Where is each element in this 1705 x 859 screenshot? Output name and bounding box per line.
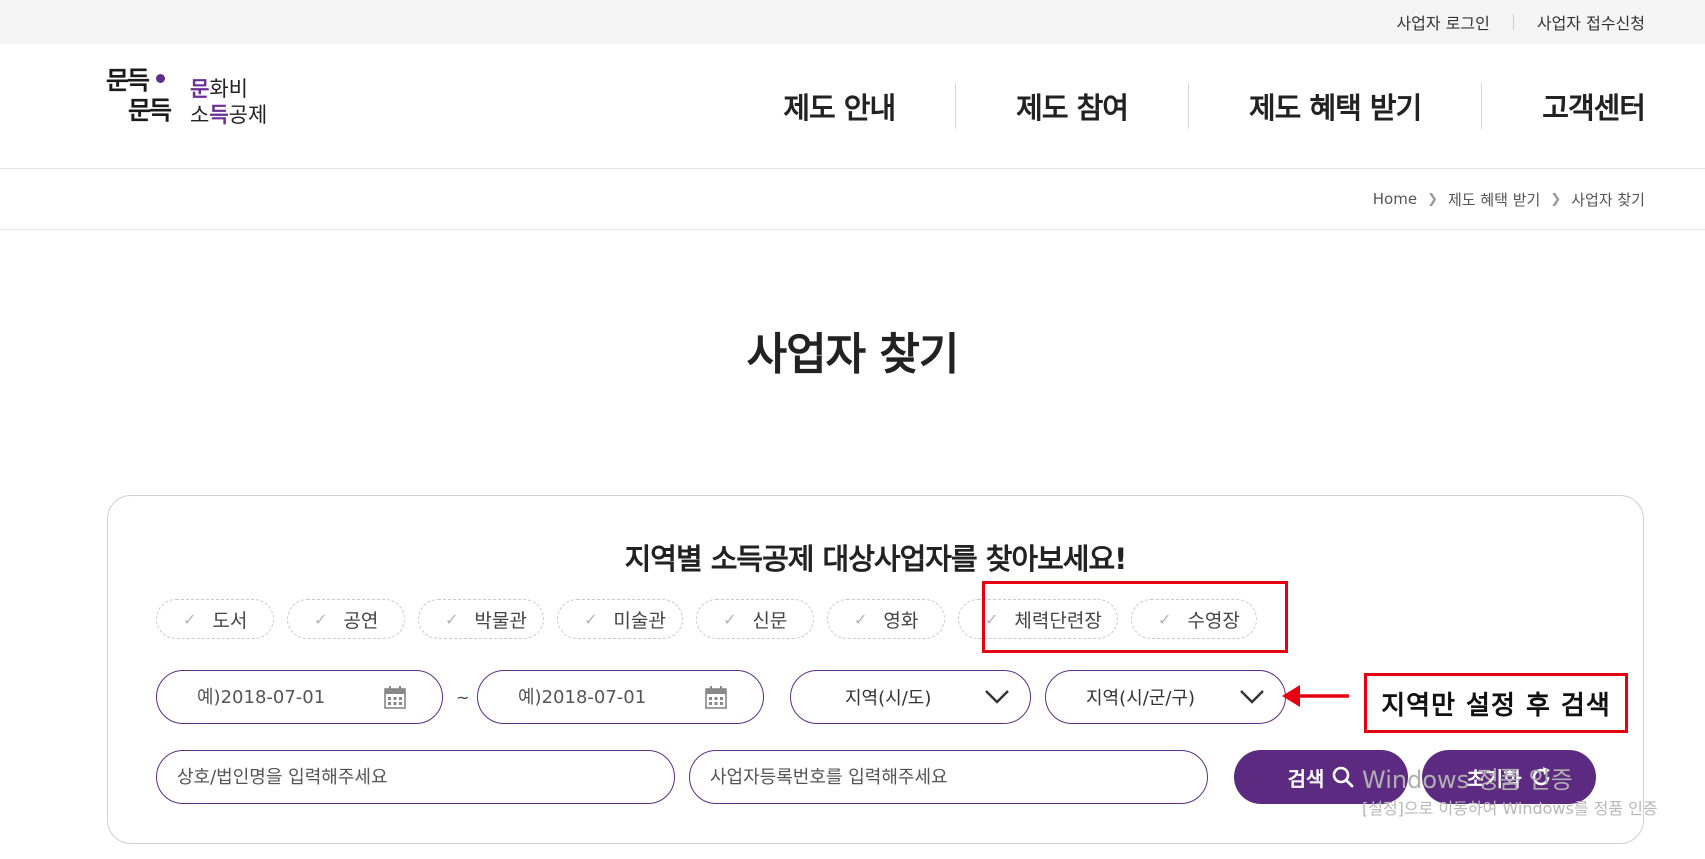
nav-item-customer-center[interactable]: 고객센터: [1482, 85, 1646, 127]
site-header: 문득 문득 문화비 소득공제 제도 안내 제도 참여 제도 혜택 받기 고객센터: [0, 44, 1705, 169]
region-sido-value: 지역(시/도): [845, 688, 932, 709]
category-chip-newspaper[interactable]: ✓ 신문: [696, 599, 814, 639]
category-chip-label: 도서: [212, 609, 248, 632]
region-sido-select[interactable]: 지역(시/도): [790, 670, 1031, 724]
page-title: 사업자 찾기: [746, 329, 960, 380]
category-chip-label: 영화: [883, 609, 919, 632]
logo-text-accent1: 문: [190, 77, 210, 101]
business-login-link[interactable]: 사업자 로그인: [1396, 10, 1489, 34]
chevron-right-icon: ❯: [1550, 191, 1562, 207]
main-nav: 제도 안내 제도 참여 제도 혜택 받기 고객센터: [723, 44, 1646, 168]
date-range-separator: ~: [456, 688, 470, 707]
category-chip-label: 공연: [343, 609, 379, 632]
nav-item-benefits[interactable]: 제도 혜택 받기: [1189, 85, 1481, 127]
category-chip-museum[interactable]: ✓ 박물관: [418, 599, 544, 639]
logo-text: 문화비 소득공제: [190, 76, 267, 128]
chevron-down-icon: [985, 690, 1009, 704]
business-signup-link[interactable]: 사업자 접수신청: [1537, 10, 1645, 34]
search-heading: 지역별 소득공제 대상사업자를 찾아보세요!: [624, 542, 1128, 576]
breadcrumb-home[interactable]: Home: [1373, 190, 1417, 208]
calendar-icon[interactable]: [705, 685, 727, 709]
business-name-input[interactable]: [175, 765, 674, 789]
breadcrumb-bar: Home ❯ 제도 혜택 받기 ❯ 사업자 찾기: [0, 169, 1705, 230]
category-chip-label: 박물관: [474, 609, 527, 632]
search-icon: [1333, 766, 1354, 788]
region-sigungu-select[interactable]: 지역(시/군/구): [1045, 670, 1286, 724]
site-logo[interactable]: 문득 문득 문화비 소득공제: [106, 66, 286, 146]
check-icon: ✓: [854, 609, 868, 629]
chevron-right-icon: ❯: [1427, 191, 1438, 207]
category-chip-label: 미술관: [613, 609, 666, 632]
category-chip-movie[interactable]: ✓ 영화: [827, 599, 945, 639]
breadcrumb: Home ❯ 제도 혜택 받기 ❯ 사업자 찾기: [1373, 169, 1645, 229]
annotation-label: 지역만 설정 후 검색: [1364, 673, 1628, 733]
category-chip-performance[interactable]: ✓ 공연: [287, 599, 405, 639]
calendar-icon[interactable]: [384, 685, 406, 709]
arrow-left-icon: [1282, 685, 1349, 707]
check-icon: ✓: [314, 609, 328, 629]
category-chip-books[interactable]: ✓ 도서: [156, 599, 274, 639]
utility-divider: [1512, 14, 1514, 30]
nav-item-participation[interactable]: 제도 참여: [956, 85, 1188, 127]
check-icon: ✓: [183, 609, 197, 629]
logo-dot-icon: [156, 74, 165, 83]
windows-watermark-subtitle: [설정]으로 이동하여 Windows를 정품 인증: [1362, 799, 1658, 818]
logo-mark-line2: 문득: [128, 96, 172, 125]
date-to-field[interactable]: [477, 670, 764, 724]
check-icon: ✓: [445, 609, 459, 629]
nav-item-guide[interactable]: 제도 안내: [723, 85, 955, 127]
windows-watermark-title: Windows 정품 인증: [1362, 766, 1573, 794]
business-number-field[interactable]: [689, 750, 1208, 804]
check-icon: ✓: [723, 609, 737, 629]
region-sigungu-value: 지역(시/군/구): [1086, 688, 1195, 709]
top-utility-bar: 사업자 로그인 사업자 접수신청: [0, 0, 1705, 45]
category-chip-label: 신문: [752, 609, 788, 632]
breadcrumb-current: 사업자 찾기: [1571, 190, 1645, 209]
search-button-label: 검색: [1287, 768, 1325, 791]
logo-text-rest2: 공제: [228, 103, 268, 127]
logo-text-pre2: 소: [190, 103, 210, 127]
business-name-field[interactable]: [156, 750, 675, 804]
annotation-highlight-box: [982, 581, 1288, 653]
logo-text-rest1: 화비: [209, 77, 248, 101]
date-from-field[interactable]: [156, 670, 443, 724]
check-icon: ✓: [584, 609, 598, 629]
chevron-down-icon: [1240, 690, 1264, 704]
category-chip-art-gallery[interactable]: ✓ 미술관: [557, 599, 683, 639]
logo-text-accent2: 득: [209, 103, 229, 127]
business-number-input[interactable]: [708, 765, 1207, 789]
utility-links: 사업자 로그인 사업자 접수신청: [1396, 0, 1645, 44]
breadcrumb-benefits[interactable]: 제도 혜택 받기: [1448, 189, 1540, 210]
